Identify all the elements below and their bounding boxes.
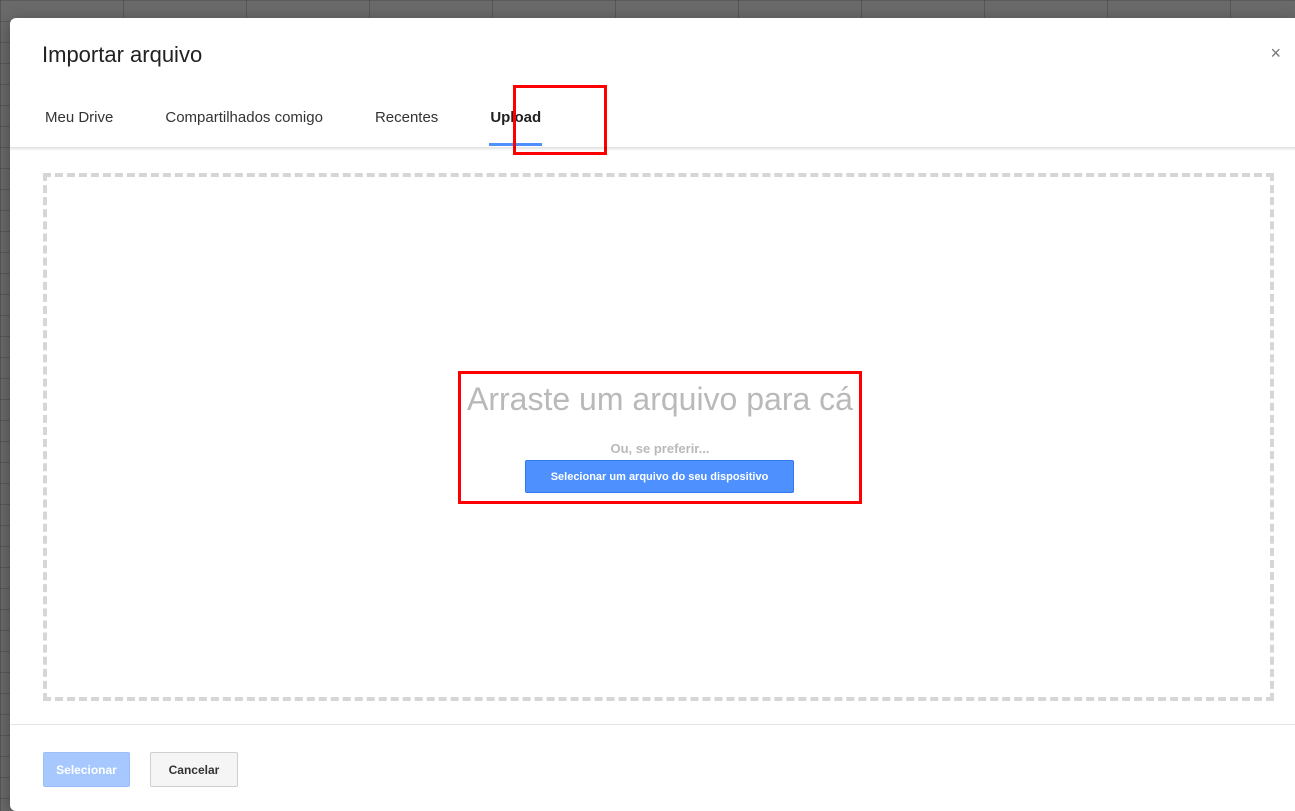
select-button[interactable]: Selecionar [43,752,130,787]
tab-compartilhados-comigo[interactable]: Compartilhados comigo [148,88,340,146]
tab-meu-drive[interactable]: Meu Drive [28,88,130,146]
close-icon[interactable]: × [1270,44,1281,62]
import-file-dialog: Importar arquivo × Meu Drive Compartilha… [10,18,1295,811]
footer-divider [10,724,1295,725]
cancel-button[interactable]: Cancelar [150,752,238,787]
drop-instructions-highlight-box: Arraste um arquivo para cá Ou, se prefer… [458,371,862,504]
tab-bar: Meu Drive Compartilhados comigo Recentes… [28,88,576,146]
select-file-from-device-button[interactable]: Selecionar um arquivo do seu dispositivo [525,460,794,493]
drop-title: Arraste um arquivo para cá [467,381,853,417]
dialog-title: Importar arquivo [42,42,203,67]
tabs-divider [10,147,1295,151]
tab-recentes[interactable]: Recentes [358,88,455,146]
drop-subtitle: Ou, se preferir... [610,441,710,456]
tab-upload[interactable]: Upload [473,88,558,146]
